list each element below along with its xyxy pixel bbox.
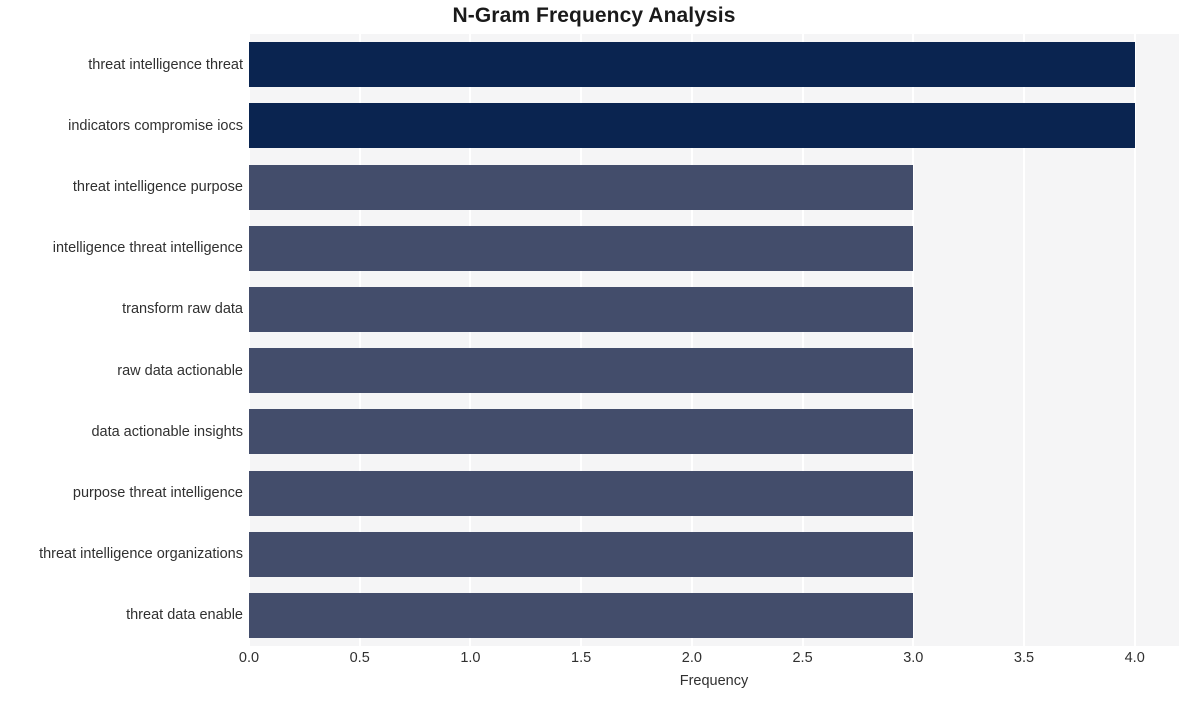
ngram-frequency-chart: N-Gram Frequency Analysis threat intelli… <box>0 0 1188 701</box>
y-axis-label: threat intelligence purpose <box>72 179 243 195</box>
x-axis-tick: 1.0 <box>460 650 481 666</box>
y-axis-label: threat intelligence threat <box>88 56 243 73</box>
x-axis-title: Frequency <box>679 673 749 689</box>
y-axis-label: threat intelligence organizations <box>39 546 243 563</box>
x-axis-tick: 0.5 <box>349 650 370 666</box>
bar <box>249 164 914 210</box>
x-axis-tick: 0.0 <box>238 650 260 666</box>
bar <box>249 592 914 638</box>
y-axis-label: raw data actionable <box>117 362 243 379</box>
x-axis-tick: 4.0 <box>1124 650 1145 666</box>
y-axis-label: indicators compromise iocs <box>68 117 243 134</box>
x-axis-tick: 3.0 <box>903 650 924 666</box>
bar <box>249 470 914 516</box>
plot-area <box>249 34 1179 646</box>
x-axis-tick: 3.5 <box>1013 650 1035 666</box>
x-axis-tick: 2.5 <box>792 650 813 666</box>
bar <box>249 531 914 577</box>
x-axis-tick: 1.5 <box>571 650 592 666</box>
bar <box>249 103 1135 149</box>
x-axis-tick-labels: 0.0 0.5 1.0 1.5 2.0 2.5 3.0 3.5 4.0 <box>239 650 1179 670</box>
y-axis-label: intelligence threat intelligence <box>52 240 243 257</box>
bar <box>249 225 914 271</box>
bar <box>249 286 914 332</box>
bar <box>249 42 1135 88</box>
x-axis-tick: 2.0 <box>681 650 702 666</box>
y-axis-category-labels: threat intelligence threat indicators com… <box>0 34 243 646</box>
chart-title: N-Gram Frequency Analysis <box>452 4 736 27</box>
y-axis-label: data actionable insights <box>91 423 243 440</box>
bar <box>249 348 914 394</box>
y-axis-label: purpose threat intelligence <box>72 485 243 501</box>
bar <box>249 409 914 455</box>
y-axis-label: transform raw data <box>122 301 243 318</box>
y-axis-label: threat data enable <box>126 607 243 624</box>
